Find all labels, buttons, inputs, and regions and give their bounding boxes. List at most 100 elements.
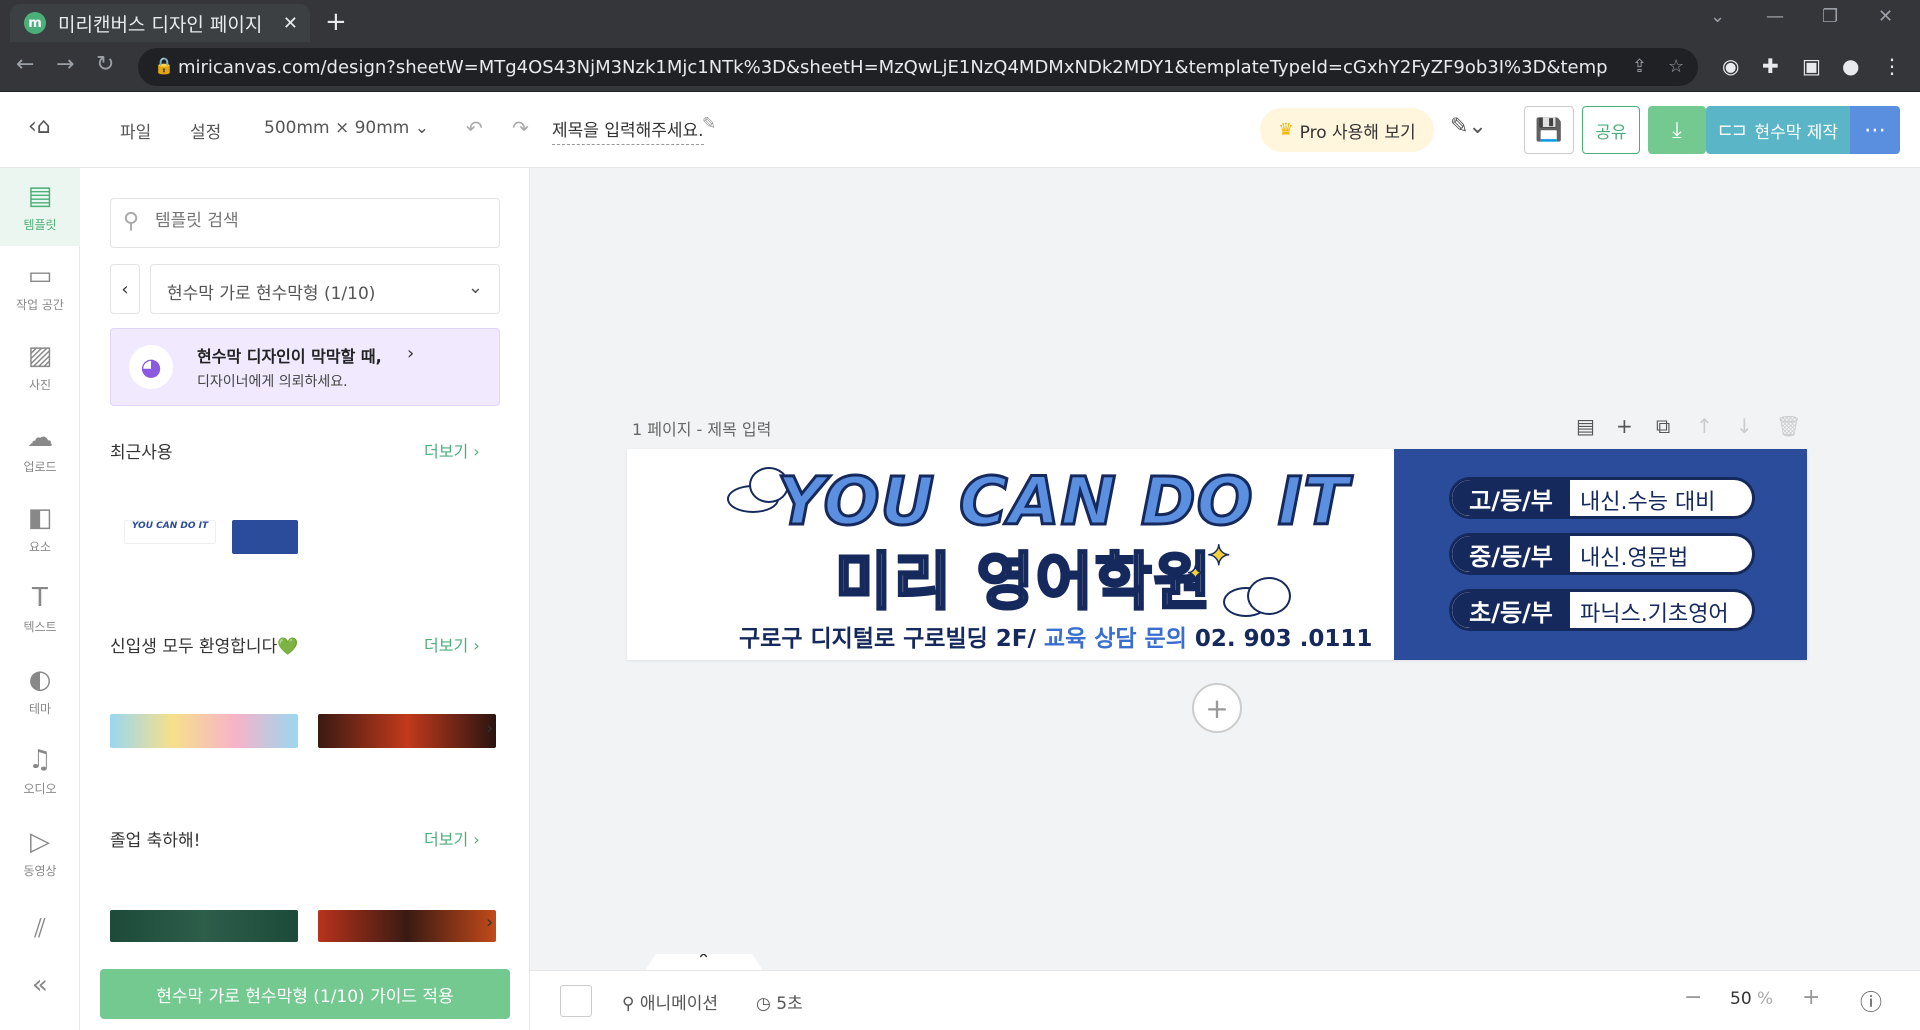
duplicate-page-icon[interactable]: ⧉ (1656, 414, 1670, 438)
sidebar-item-photo[interactable]: ▨ 사진 (0, 328, 80, 406)
bookmark-star-icon[interactable]: ☆ (1668, 56, 1684, 77)
save-button[interactable]: 💾 (1524, 106, 1574, 154)
zoom-out-icon[interactable]: − (1684, 985, 1702, 1010)
minimize-icon[interactable]: — (1766, 6, 1784, 27)
more-link-graduation[interactable]: 더보기 › (424, 826, 480, 850)
more-link-recent[interactable]: 더보기 › (424, 438, 480, 462)
home-back-icon[interactable]: ‹⌂ (28, 114, 51, 139)
page-label[interactable]: 1 페이지 - 제목 입력 (632, 416, 771, 440)
share-button[interactable]: 공유 (1582, 106, 1640, 154)
animation-button[interactable]: ⚲ 애니메이션 (622, 989, 718, 1014)
chevron-left-icon: ‹ (121, 278, 129, 300)
move-down-icon[interactable]: ↓ (1736, 414, 1753, 438)
template-thumb-graduation-1[interactable] (110, 910, 298, 942)
tab-search-icon[interactable]: ⌄ (1710, 6, 1725, 27)
template-thumb-recent-right[interactable] (232, 520, 298, 554)
clock-icon: ◷ (756, 994, 777, 1014)
browser-menu-icon[interactable]: ⋮ (1882, 54, 1902, 78)
headline-text[interactable]: YOU CAN DO IT (775, 462, 1349, 542)
course-desc: 내신.수능 대비 (1580, 490, 1716, 515)
more-link-welcome[interactable]: 더보기 › (424, 632, 480, 656)
add-page-icon[interactable]: + (1616, 414, 1633, 438)
extensions-icon[interactable]: ✚ (1762, 54, 1779, 78)
canvas-size-dropdown[interactable]: 500mm × 90mm ⌄ (264, 118, 429, 138)
sidebar-item-video[interactable]: ▷ 동영상 (0, 814, 80, 892)
sidebar-item-text[interactable]: T 텍스트 (0, 570, 80, 648)
sidebar-item-audio[interactable]: ♫ 오디오 (0, 732, 80, 810)
redo-icon[interactable]: ↷ (512, 116, 529, 140)
undo-icon[interactable]: ↶ (466, 116, 483, 140)
delete-page-icon[interactable]: 🗑 (1776, 414, 1801, 438)
course-level: 중/등/부 (1452, 536, 1570, 572)
more-label: 더보기 (424, 636, 469, 655)
reload-icon[interactable]: ↻ (96, 52, 114, 77)
template-icon: ▤ (27, 180, 53, 211)
sidebar-item-upload[interactable]: ☁ 업로드 (0, 410, 80, 488)
photo-icon: ▨ (27, 340, 53, 371)
help-icon[interactable]: ⓘ (1860, 985, 1882, 1017)
restore-icon[interactable]: ❐ (1822, 6, 1838, 27)
banner-right-section[interactable]: 고/등/부 내신.수능 대비 중/등/부 내신.영문법 초/등/부 파닉스.기초… (1394, 449, 1807, 660)
sidebar-item-template[interactable]: ▤ 템플릿 (0, 168, 80, 246)
pen-tool-icon[interactable]: ✎⌄ (1450, 114, 1487, 139)
back-icon[interactable]: ← (16, 52, 34, 77)
banner-left-section[interactable]: YOU CAN DO IT 미리 영어학원 ✦ ✦ 구로구 디지털로 구로빌딩 … (627, 449, 1394, 660)
url-text[interactable]: miricanvas.com/design?sheetW=MTg4OS43NjM… (178, 57, 1608, 78)
camera-icon[interactable]: ◉ (1722, 54, 1739, 78)
more-options-button[interactable]: ⋯ (1850, 106, 1900, 154)
course-pill[interactable]: 초/등/부 파닉스.기초영어 (1449, 589, 1755, 631)
zoom-in-icon[interactable]: + (1802, 985, 1820, 1010)
zoom-value[interactable]: 50 % (1730, 989, 1773, 1009)
crown-icon: ♛ (1278, 120, 1294, 140)
address-text[interactable]: 구로구 디지털로 구로빌딩 2F/ 교육 상담 문의 02. 903 .0111 (739, 619, 1372, 653)
add-page-button[interactable]: + (1192, 683, 1242, 733)
page-grid-toggle[interactable] (560, 985, 592, 1017)
pro-trial-button[interactable]: ♛ Pro 사용해 보기 (1260, 108, 1434, 152)
lock-icon[interactable]: 🔒 (154, 56, 174, 75)
duration-button[interactable]: ◷ 5초 (756, 989, 803, 1014)
close-tab-icon[interactable]: ✕ (283, 13, 298, 34)
course-pill[interactable]: 중/등/부 내신.영문법 (1449, 533, 1755, 575)
template-search[interactable]: ⚲ (110, 198, 500, 248)
close-window-icon[interactable]: ✕ (1878, 6, 1893, 27)
sidebar-item-workspace[interactable]: ▭ 작업 공간 (0, 248, 80, 326)
section-title-welcome: 신입생 모두 환영합니다💚 (110, 637, 299, 657)
course-pill[interactable]: 고/등/부 내신.수능 대비 (1449, 477, 1755, 519)
download-button[interactable]: ⤓ (1648, 106, 1706, 154)
profile-icon[interactable]: ● (1842, 54, 1859, 78)
search-input[interactable] (155, 211, 475, 231)
template-thumb-welcome-1[interactable] (110, 714, 298, 748)
section-title-recent: 최근사용 (110, 443, 173, 463)
template-thumb-recent-left[interactable]: YOU CAN DO IT (124, 520, 216, 544)
collapse-panel-button[interactable]: « (0, 960, 80, 1010)
academy-name-text[interactable]: 미리 영어학원 (834, 531, 1213, 621)
forward-icon[interactable]: → (56, 52, 74, 77)
document-title-input[interactable]: 제목을 입력해주세요. (552, 116, 704, 145)
file-menu[interactable]: 파일 (120, 118, 151, 143)
designer-request-banner[interactable]: ◕ 현수막 디자인이 막막할 때, › 디자이너에게 의뢰하세요. (110, 328, 500, 406)
template-thumb-graduation-2[interactable] (318, 910, 496, 942)
page-memo-icon[interactable]: ▤ (1576, 414, 1595, 438)
settings-menu[interactable]: 설정 (190, 118, 221, 143)
sidebar-pattern-button[interactable]: ⫽ (0, 904, 80, 954)
template-thumb-welcome-2[interactable] (318, 714, 496, 748)
design-banner[interactable]: YOU CAN DO IT 미리 영어학원 ✦ ✦ 구로구 디지털로 구로빌딩 … (627, 449, 1807, 660)
carousel-next-icon[interactable]: › (486, 912, 493, 933)
sidebar-item-theme[interactable]: ◐ 테마 (0, 652, 80, 730)
address-bar[interactable]: 🔒 miricanvas.com/design?sheetW=MTg4OS43N… (138, 48, 1698, 86)
sidebar-label: 텍스트 (23, 619, 57, 634)
sidebar-item-elements[interactable]: ◧ 요소 (0, 490, 80, 568)
address-highlight: 교육 상담 문의 (1043, 626, 1187, 652)
browser-tab[interactable]: m 미리캔버스 디자인 페이지 ✕ (10, 4, 310, 42)
apply-guide-button[interactable]: 현수막 가로 현수막형 (1/10) 가이드 적용 (100, 969, 510, 1019)
edit-title-icon[interactable]: ✎ (702, 114, 716, 134)
move-up-icon[interactable]: ↑ (1696, 414, 1713, 438)
category-back-button[interactable]: ‹ (110, 264, 140, 314)
side-panel-icon[interactable]: ▣ (1802, 54, 1821, 78)
carousel-next-icon[interactable]: › (486, 718, 493, 739)
new-tab-icon[interactable]: + (325, 7, 347, 37)
category-select[interactable]: 현수막 가로 현수막형 (1/10) ⌄ (150, 264, 500, 314)
share-page-icon[interactable]: ⇪ (1632, 56, 1647, 77)
chevron-down-icon: ⌄ (414, 118, 430, 138)
banner-order-button[interactable]: ⊏⊐ 현수막 제작 (1706, 106, 1850, 154)
